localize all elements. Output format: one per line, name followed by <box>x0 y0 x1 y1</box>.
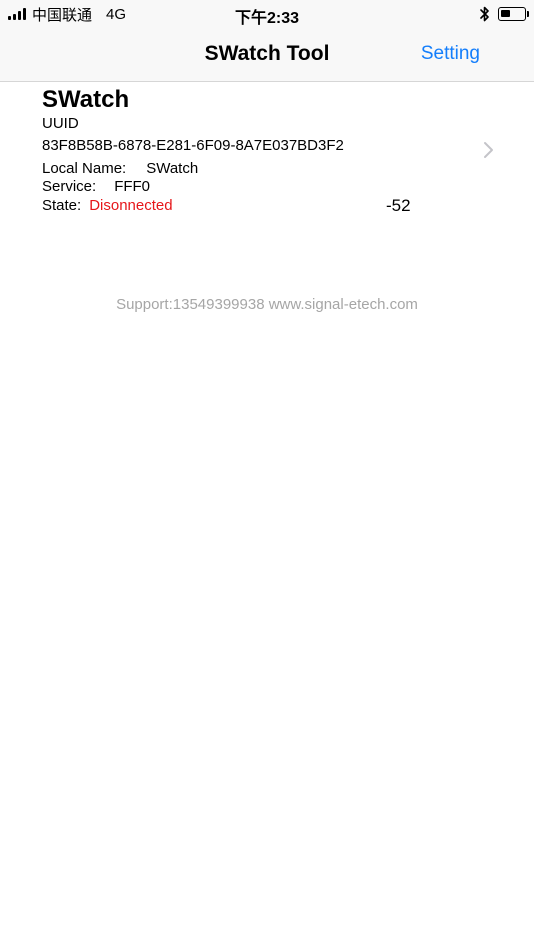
uuid-label: UUID <box>42 115 79 132</box>
device-list-item[interactable]: SWatch UUID 83F8B58B-6878-E281-6F09-8A7E… <box>0 83 534 218</box>
chevron-right-icon <box>483 141 495 159</box>
uuid-value: 83F8B58B-6878-E281-6F09-8A7E037BD3F2 <box>42 137 344 154</box>
state-label: State: <box>42 197 82 214</box>
battery-fill <box>501 10 510 17</box>
service-value: FFF0 <box>114 178 151 195</box>
local-name-label: Local Name: <box>42 160 127 177</box>
setting-button[interactable]: Setting <box>421 43 480 65</box>
status-time: 下午2:33 <box>234 10 300 27</box>
local-name-row: Local Name: SWatch <box>42 160 198 177</box>
bluetooth-icon <box>480 6 490 22</box>
rssi-value: -52 <box>386 196 411 215</box>
support-footer: Support:13549399938 www.signal-etech.com <box>116 296 418 313</box>
service-label: Service: <box>42 178 97 195</box>
service-row: Service: FFF0 <box>42 178 150 195</box>
navigation-bar: SWatch Tool Setting <box>0 28 534 82</box>
state-row: State: Disonnected <box>42 197 173 214</box>
status-right <box>480 5 529 23</box>
device-name: SWatch <box>42 86 130 113</box>
status-bar: 中国联通 4G 下午2:33 <box>0 0 534 28</box>
state-value: Disonnected <box>89 197 173 214</box>
local-name-value: SWatch <box>146 160 199 177</box>
battery-icon <box>498 7 529 21</box>
